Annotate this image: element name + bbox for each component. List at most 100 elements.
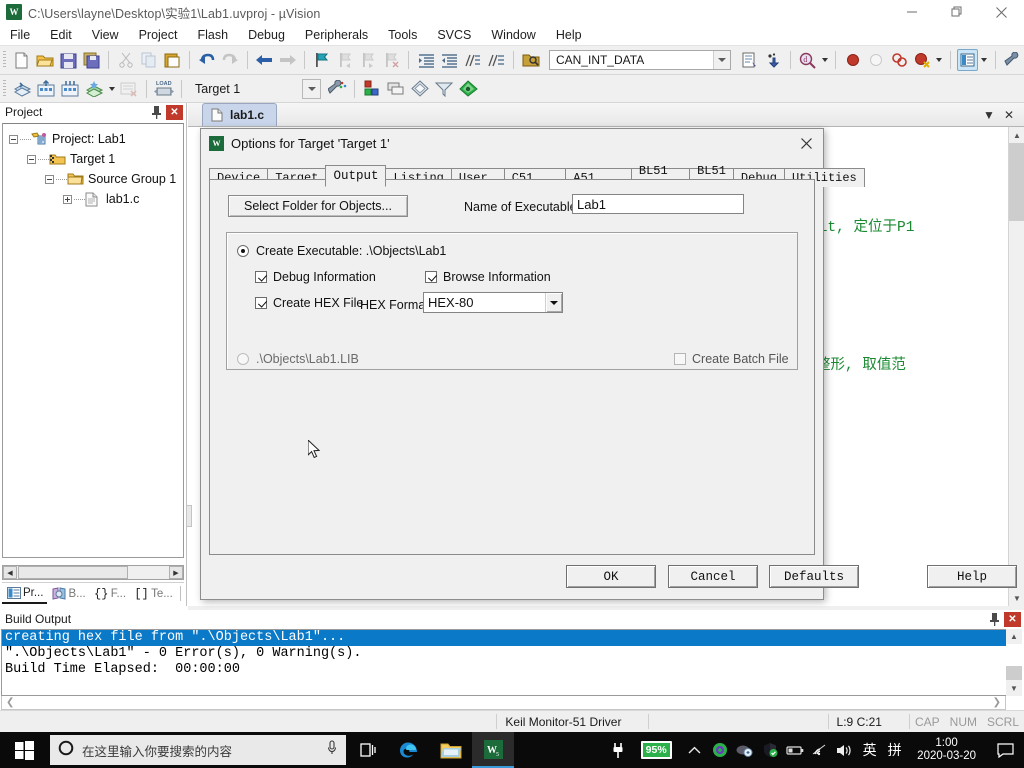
file-explorer-icon[interactable] xyxy=(430,732,472,768)
battery-small-icon[interactable] xyxy=(782,732,807,768)
stop-build-icon[interactable] xyxy=(118,78,140,100)
battery-icon[interactable]: 95% xyxy=(630,732,682,768)
vscroll-track[interactable] xyxy=(1009,221,1024,590)
pin-icon[interactable] xyxy=(987,612,1001,626)
undo-icon[interactable] xyxy=(196,49,217,71)
bluetooth-sync-icon[interactable] xyxy=(732,732,757,768)
hscroll-thumb[interactable] xyxy=(18,566,128,579)
batch-build-dropdown-icon[interactable] xyxy=(106,78,117,100)
panel-tab-project[interactable]: Pr... xyxy=(2,584,48,604)
comment-icon[interactable] xyxy=(462,49,483,71)
close-icon[interactable]: ✕ xyxy=(1004,611,1021,627)
power-plug-icon[interactable] xyxy=(605,732,630,768)
tree-expander[interactable] xyxy=(9,134,18,144)
breakpoint-disable-icon[interactable] xyxy=(865,49,886,71)
target-options-icon[interactable] xyxy=(326,78,348,100)
open-file-icon[interactable] xyxy=(34,49,55,71)
create-executable-option[interactable]: Create Executable: .\Objects\Lab1 xyxy=(237,244,446,258)
indent-icon[interactable] xyxy=(415,49,436,71)
filter-icon[interactable] xyxy=(433,78,455,100)
build-output-vscrollbar[interactable]: ▲ ▼ xyxy=(1006,629,1022,696)
debug-information-checkbox[interactable] xyxy=(255,271,267,283)
vscroll-thumb[interactable] xyxy=(1009,143,1024,221)
close-icon[interactable] xyxy=(791,130,821,156)
vscroll-track-upper[interactable] xyxy=(1006,644,1022,666)
tree-node-project[interactable]: Project: Lab1 xyxy=(3,129,183,149)
menu-svcs[interactable]: SVCS xyxy=(428,26,480,44)
browse-information-option[interactable]: Browse Information xyxy=(425,270,551,284)
toolbar-grip[interactable] xyxy=(3,51,6,69)
build-output-hscrollbar[interactable]: ❯ ❮ xyxy=(1,696,1006,710)
new-file-icon[interactable] xyxy=(11,49,32,71)
close-icon[interactable]: ✕ xyxy=(166,104,183,120)
lib-option[interactable]: .\Objects\Lab1.LIB xyxy=(237,352,359,366)
taskbar-clock[interactable]: 1:00 2020-03-20 xyxy=(907,732,986,768)
edge-browser-icon[interactable] xyxy=(388,732,430,768)
toolbar-grip[interactable] xyxy=(3,79,6,98)
copy-icon[interactable] xyxy=(138,49,159,71)
breakpoint-icon[interactable] xyxy=(842,49,863,71)
scroll-left-icon[interactable]: ◀ xyxy=(3,566,17,579)
target-combo-button[interactable] xyxy=(302,78,321,99)
rebuild-all-icon[interactable] xyxy=(59,78,81,100)
find-dropdown-icon[interactable] xyxy=(819,49,830,71)
menu-debug[interactable]: Debug xyxy=(239,26,294,44)
windows-start-icon[interactable] xyxy=(0,732,48,768)
save-icon[interactable] xyxy=(58,49,79,71)
download-icon[interactable]: LOAD xyxy=(153,78,175,100)
search-input[interactable]: 在这里输入你要搜索的内容 xyxy=(50,735,346,765)
scroll-down-icon[interactable]: ▼ xyxy=(1009,590,1024,606)
panel-tab-functions[interactable]: {} F... xyxy=(90,584,130,604)
wifi-icon[interactable] xyxy=(807,732,832,768)
tree-expander[interactable] xyxy=(27,154,36,164)
menu-tools[interactable]: Tools xyxy=(379,26,426,44)
bookmark-clear-icon[interactable] xyxy=(381,49,402,71)
paste-icon[interactable] xyxy=(162,49,183,71)
bookmark-toggle-icon[interactable] xyxy=(311,49,332,71)
vertical-splitter-grip[interactable] xyxy=(186,505,192,527)
menu-flash[interactable]: Flash xyxy=(188,26,237,44)
create-hex-option[interactable]: Create HEX File xyxy=(255,296,363,310)
minimize-icon[interactable] xyxy=(889,0,934,24)
project-hscrollbar[interactable]: ◀ ▶ xyxy=(2,565,184,580)
tree-expander[interactable] xyxy=(63,194,72,204)
ime-pinyin-icon[interactable]: 拼 xyxy=(882,732,907,768)
redo-icon[interactable] xyxy=(219,49,240,71)
create-batch-checkbox[interactable] xyxy=(674,353,686,365)
bookmark-list-icon[interactable] xyxy=(739,49,760,71)
scroll-right-icon[interactable]: ▶ xyxy=(169,566,183,579)
nvidia-icon[interactable] xyxy=(707,732,732,768)
panel-tab-templates[interactable]: [] Te... xyxy=(130,584,177,604)
defaults-button[interactable]: Defaults xyxy=(769,565,859,588)
navigate-forward-icon[interactable] xyxy=(277,49,298,71)
breakpoint-dropdown-icon[interactable] xyxy=(934,49,945,71)
uvision-taskbar-icon[interactable]: W5 xyxy=(472,732,514,768)
security-shield-icon[interactable] xyxy=(757,732,782,768)
panel-tab-books[interactable]: B... xyxy=(47,584,89,604)
chevron-down-icon[interactable]: ▼ xyxy=(979,108,999,122)
book-icon[interactable] xyxy=(409,78,431,100)
close-icon[interactable] xyxy=(979,0,1024,24)
help-button[interactable]: Help xyxy=(927,565,1017,588)
manage-components-icon[interactable] xyxy=(361,78,383,100)
bookmark-next-icon[interactable] xyxy=(358,49,379,71)
build-output-text[interactable]: creating hex file from ".\Objects\Lab1".… xyxy=(1,629,1022,696)
multi-project-icon[interactable] xyxy=(385,78,407,100)
navigate-back-icon[interactable] xyxy=(254,49,275,71)
volume-icon[interactable] xyxy=(832,732,857,768)
ime-english-icon[interactable]: 英 xyxy=(857,732,882,768)
notification-icon[interactable] xyxy=(986,732,1024,768)
debug-information-option[interactable]: Debug Information xyxy=(255,270,376,284)
task-view-icon[interactable] xyxy=(346,732,388,768)
pin-icon[interactable] xyxy=(149,105,163,119)
hex-format-select[interactable]: HEX-80 xyxy=(423,292,563,313)
cancel-button[interactable]: Cancel xyxy=(668,565,758,588)
breakpoint-clear-icon[interactable] xyxy=(888,49,909,71)
scroll-down-icon[interactable]: ▼ xyxy=(1006,681,1022,696)
menu-peripherals[interactable]: Peripherals xyxy=(296,26,377,44)
create-hex-checkbox[interactable] xyxy=(255,297,267,309)
translate-icon[interactable] xyxy=(11,78,33,100)
close-icon[interactable]: ✕ xyxy=(999,108,1019,122)
tree-node-target[interactable]: Target 1 xyxy=(3,149,183,169)
editor-tab-lab1c[interactable]: lab1.c xyxy=(202,103,278,126)
